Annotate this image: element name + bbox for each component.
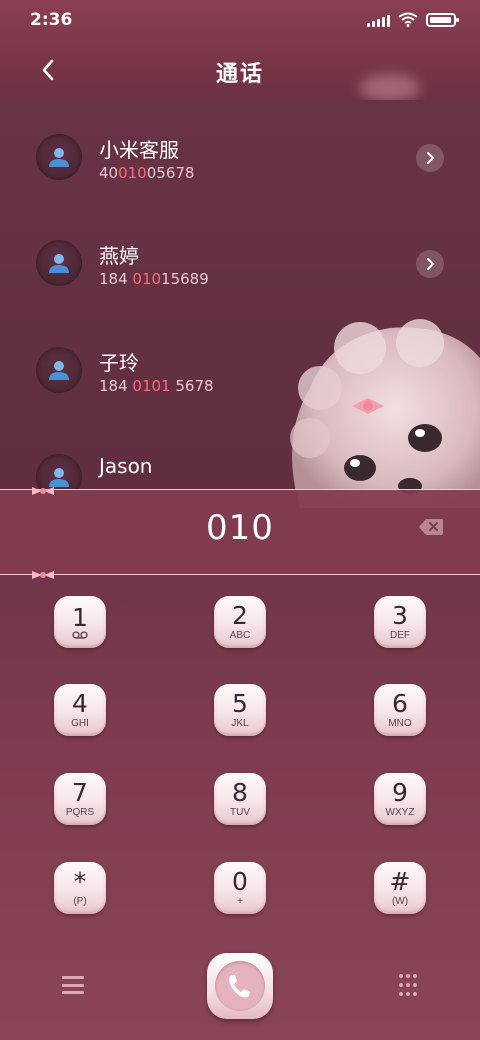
dial-display: 010 xyxy=(0,487,480,579)
key-hash[interactable]: # (W) xyxy=(374,862,426,914)
key-3[interactable]: 3 DEF xyxy=(374,596,426,648)
phone-icon xyxy=(229,975,250,998)
backspace-icon[interactable] xyxy=(418,518,444,536)
contact-name: 子玲 xyxy=(99,351,139,375)
status-icons xyxy=(367,12,459,27)
contact-number: 4001005678 xyxy=(99,164,195,182)
contact-number: 184 01015689 xyxy=(99,270,209,288)
avatar xyxy=(36,347,82,393)
dialer-screen: 2:36 通话 小米客服 4001005678 燕婷 184 01015689 … xyxy=(0,0,480,1040)
contact-row[interactable]: 小米客服 4001005678 xyxy=(0,100,480,206)
contact-details-button[interactable] xyxy=(416,250,444,278)
header: 通话 xyxy=(0,40,480,102)
avatar xyxy=(36,240,82,286)
contact-details-button[interactable] xyxy=(416,144,444,172)
key-5[interactable]: 5 JKL xyxy=(214,684,266,736)
battery-icon xyxy=(426,12,459,27)
header-decoration xyxy=(360,74,420,102)
key-1[interactable]: 1 xyxy=(54,596,106,648)
contact-number: 184 0101 5678 xyxy=(99,377,214,395)
person-icon xyxy=(49,254,69,273)
contact-name: 小米客服 xyxy=(99,138,179,162)
key-star[interactable]: * (P) xyxy=(54,862,106,914)
status-bar: 2:36 xyxy=(0,0,480,40)
dialpad-toggle-button[interactable] xyxy=(398,974,418,998)
wifi-icon xyxy=(398,12,418,27)
person-icon xyxy=(49,361,69,380)
key-9[interactable]: 9 WXYZ xyxy=(374,773,426,825)
call-button[interactable] xyxy=(207,953,273,1019)
key-4[interactable]: 4 GHI xyxy=(54,684,106,736)
contact-name: Jason xyxy=(99,454,153,478)
key-7[interactable]: 7 PQRS xyxy=(54,773,106,825)
signal-icon xyxy=(367,13,390,27)
chevron-right-icon xyxy=(427,258,435,270)
key-2[interactable]: 2 ABC xyxy=(214,596,266,648)
chevron-right-icon xyxy=(427,152,435,164)
person-icon xyxy=(49,148,69,167)
keypad: 1 2 ABC 3 DEF 4 GHI 5 JKL 6 MNO 7 PQRS 8… xyxy=(0,576,480,946)
bottom-bar xyxy=(0,950,480,1040)
bow-icon xyxy=(32,487,54,495)
key-0[interactable]: 0 + xyxy=(214,862,266,914)
key-6[interactable]: 6 MNO xyxy=(374,684,426,736)
menu-button[interactable] xyxy=(62,976,84,994)
status-time: 2:36 xyxy=(30,10,73,30)
avatar xyxy=(36,134,82,180)
key-8[interactable]: 8 TUV xyxy=(214,773,266,825)
contact-row[interactable]: 燕婷 184 01015689 xyxy=(0,206,480,312)
dialed-number: 010 xyxy=(206,508,274,548)
voicemail-icon xyxy=(72,631,88,639)
contact-name: 燕婷 xyxy=(99,244,139,268)
puppy-illustration xyxy=(290,319,480,508)
